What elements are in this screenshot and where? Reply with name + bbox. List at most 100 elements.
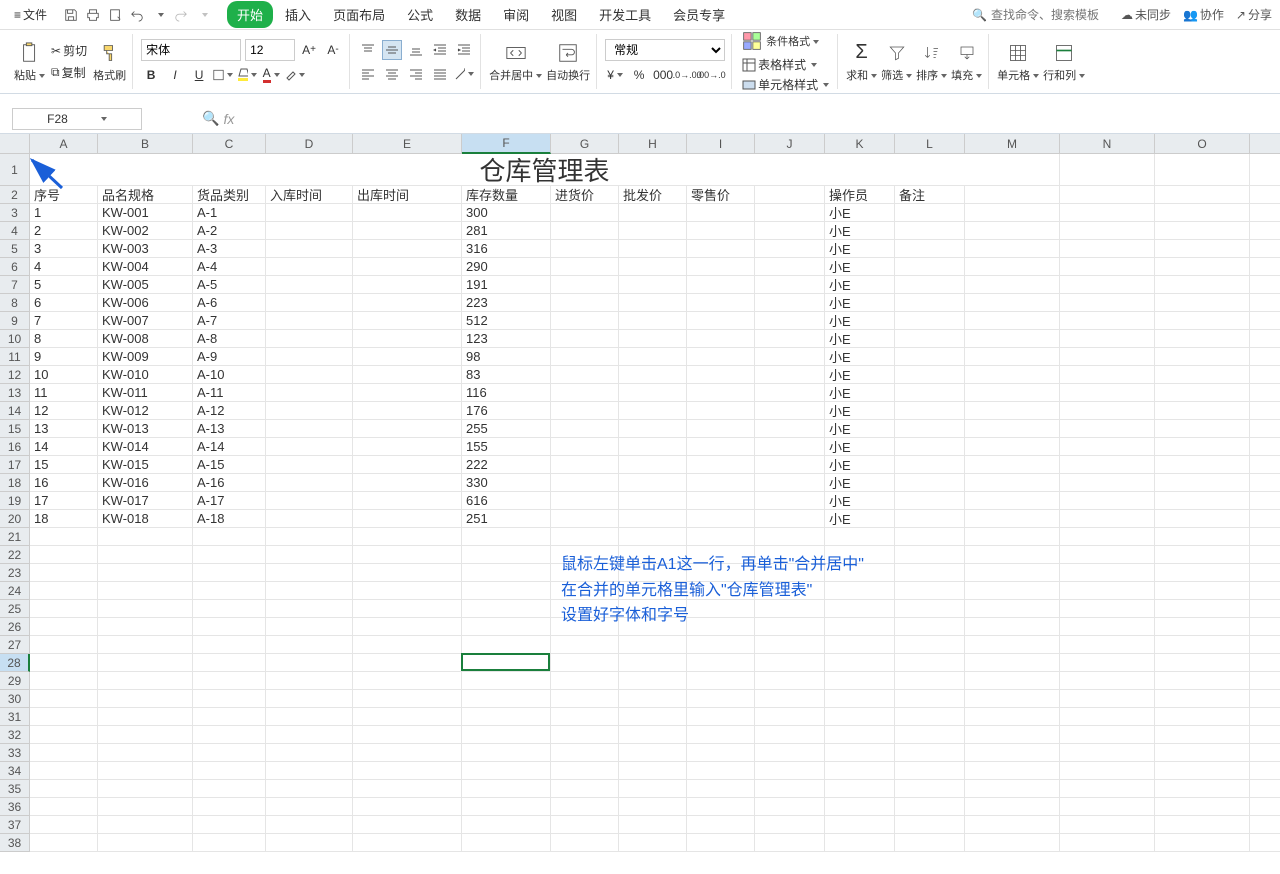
cell-C14[interactable]: A-12 bbox=[193, 402, 266, 420]
cell-P21[interactable] bbox=[1250, 528, 1280, 546]
row-header-36[interactable]: 36 bbox=[0, 798, 30, 816]
cell-O19[interactable] bbox=[1155, 492, 1250, 510]
cell-L33[interactable] bbox=[895, 744, 965, 762]
cell-D33[interactable] bbox=[266, 744, 353, 762]
cell-P24[interactable] bbox=[1250, 582, 1280, 600]
redo-dropdown[interactable] bbox=[195, 7, 211, 23]
cell-B32[interactable] bbox=[98, 726, 193, 744]
cell-N12[interactable] bbox=[1060, 366, 1155, 384]
row-header-3[interactable]: 3 bbox=[0, 204, 30, 222]
cell-C6[interactable]: A-4 bbox=[193, 258, 266, 276]
cell-F11[interactable]: 98 bbox=[462, 348, 551, 366]
cell-O35[interactable] bbox=[1155, 780, 1250, 798]
cell-G36[interactable] bbox=[551, 798, 619, 816]
cell-J36[interactable] bbox=[755, 798, 825, 816]
cell-M34[interactable] bbox=[965, 762, 1060, 780]
cell-D19[interactable] bbox=[266, 492, 353, 510]
cell-I31[interactable] bbox=[687, 708, 755, 726]
cell-F5[interactable]: 316 bbox=[462, 240, 551, 258]
cell-O11[interactable] bbox=[1155, 348, 1250, 366]
cell-P4[interactable] bbox=[1250, 222, 1280, 240]
cell-K11[interactable]: 小E bbox=[825, 348, 895, 366]
cell-O13[interactable] bbox=[1155, 384, 1250, 402]
row-header-18[interactable]: 18 bbox=[0, 474, 30, 492]
cell-C38[interactable] bbox=[193, 834, 266, 852]
cell-H22[interactable] bbox=[619, 546, 687, 564]
cell-O26[interactable] bbox=[1155, 618, 1250, 636]
cell-K31[interactable] bbox=[825, 708, 895, 726]
cell-A32[interactable] bbox=[30, 726, 98, 744]
cell-G12[interactable] bbox=[551, 366, 619, 384]
decrease-indent-button[interactable] bbox=[430, 40, 450, 60]
name-box[interactable]: F28 bbox=[12, 108, 142, 130]
cell-A22[interactable] bbox=[30, 546, 98, 564]
cell-A26[interactable] bbox=[30, 618, 98, 636]
cell-I22[interactable] bbox=[687, 546, 755, 564]
justify-button[interactable] bbox=[430, 64, 450, 84]
cell-B35[interactable] bbox=[98, 780, 193, 798]
cell-L35[interactable] bbox=[895, 780, 965, 798]
cell-P12[interactable] bbox=[1250, 366, 1280, 384]
cell-D22[interactable] bbox=[266, 546, 353, 564]
spreadsheet-grid[interactable]: ABCDEFGHIJKLMNOP 12345678910111213141516… bbox=[0, 134, 1280, 874]
cell-N21[interactable] bbox=[1060, 528, 1155, 546]
align-center-button[interactable] bbox=[382, 64, 402, 84]
cell-M15[interactable] bbox=[965, 420, 1060, 438]
cell-N3[interactable] bbox=[1060, 204, 1155, 222]
cell-N20[interactable] bbox=[1060, 510, 1155, 528]
filter-button[interactable]: 筛选 bbox=[881, 41, 912, 83]
cell-H7[interactable] bbox=[619, 276, 687, 294]
cell-D20[interactable] bbox=[266, 510, 353, 528]
cell-I26[interactable] bbox=[687, 618, 755, 636]
bold-button[interactable]: B bbox=[141, 65, 161, 85]
print-icon[interactable] bbox=[85, 7, 101, 23]
cell-D2[interactable]: 入库时间 bbox=[266, 186, 353, 204]
format-painter-button[interactable]: 格式刷 bbox=[93, 41, 126, 83]
cell-N8[interactable] bbox=[1060, 294, 1155, 312]
cell-G15[interactable] bbox=[551, 420, 619, 438]
cell-E4[interactable] bbox=[353, 222, 462, 240]
cell-G35[interactable] bbox=[551, 780, 619, 798]
cell-A38[interactable] bbox=[30, 834, 98, 852]
row-header-22[interactable]: 22 bbox=[0, 546, 30, 564]
cell-G26[interactable] bbox=[551, 618, 619, 636]
cell-P6[interactable] bbox=[1250, 258, 1280, 276]
cell-M27[interactable] bbox=[965, 636, 1060, 654]
cell-C24[interactable] bbox=[193, 582, 266, 600]
cell-C23[interactable] bbox=[193, 564, 266, 582]
cell-C22[interactable] bbox=[193, 546, 266, 564]
cell-C33[interactable] bbox=[193, 744, 266, 762]
cell-N31[interactable] bbox=[1060, 708, 1155, 726]
sort-button[interactable]: 排序 bbox=[916, 41, 947, 83]
cell-H18[interactable] bbox=[619, 474, 687, 492]
col-header-E[interactable]: E bbox=[353, 134, 462, 154]
tab-插入[interactable]: 插入 bbox=[275, 1, 321, 28]
cell-D12[interactable] bbox=[266, 366, 353, 384]
cell-L27[interactable] bbox=[895, 636, 965, 654]
cell-L30[interactable] bbox=[895, 690, 965, 708]
cell-L25[interactable] bbox=[895, 600, 965, 618]
cell-L32[interactable] bbox=[895, 726, 965, 744]
cell-G6[interactable] bbox=[551, 258, 619, 276]
row-header-31[interactable]: 31 bbox=[0, 708, 30, 726]
cell-I17[interactable] bbox=[687, 456, 755, 474]
cell-H11[interactable] bbox=[619, 348, 687, 366]
row-header-13[interactable]: 13 bbox=[0, 384, 30, 402]
cell-B11[interactable]: KW-009 bbox=[98, 348, 193, 366]
cell-H4[interactable] bbox=[619, 222, 687, 240]
cell-E11[interactable] bbox=[353, 348, 462, 366]
cell-B9[interactable]: KW-007 bbox=[98, 312, 193, 330]
cell-L19[interactable] bbox=[895, 492, 965, 510]
cell-C34[interactable] bbox=[193, 762, 266, 780]
cell-J17[interactable] bbox=[755, 456, 825, 474]
cell-C4[interactable]: A-2 bbox=[193, 222, 266, 240]
cell-N6[interactable] bbox=[1060, 258, 1155, 276]
cell-C36[interactable] bbox=[193, 798, 266, 816]
cell-E32[interactable] bbox=[353, 726, 462, 744]
cell-O1[interactable] bbox=[1155, 154, 1250, 186]
cell-J9[interactable] bbox=[755, 312, 825, 330]
cell-F20[interactable]: 251 bbox=[462, 510, 551, 528]
cell-A28[interactable] bbox=[30, 654, 98, 672]
cell-I2[interactable]: 零售价 bbox=[687, 186, 755, 204]
cell-K22[interactable] bbox=[825, 546, 895, 564]
